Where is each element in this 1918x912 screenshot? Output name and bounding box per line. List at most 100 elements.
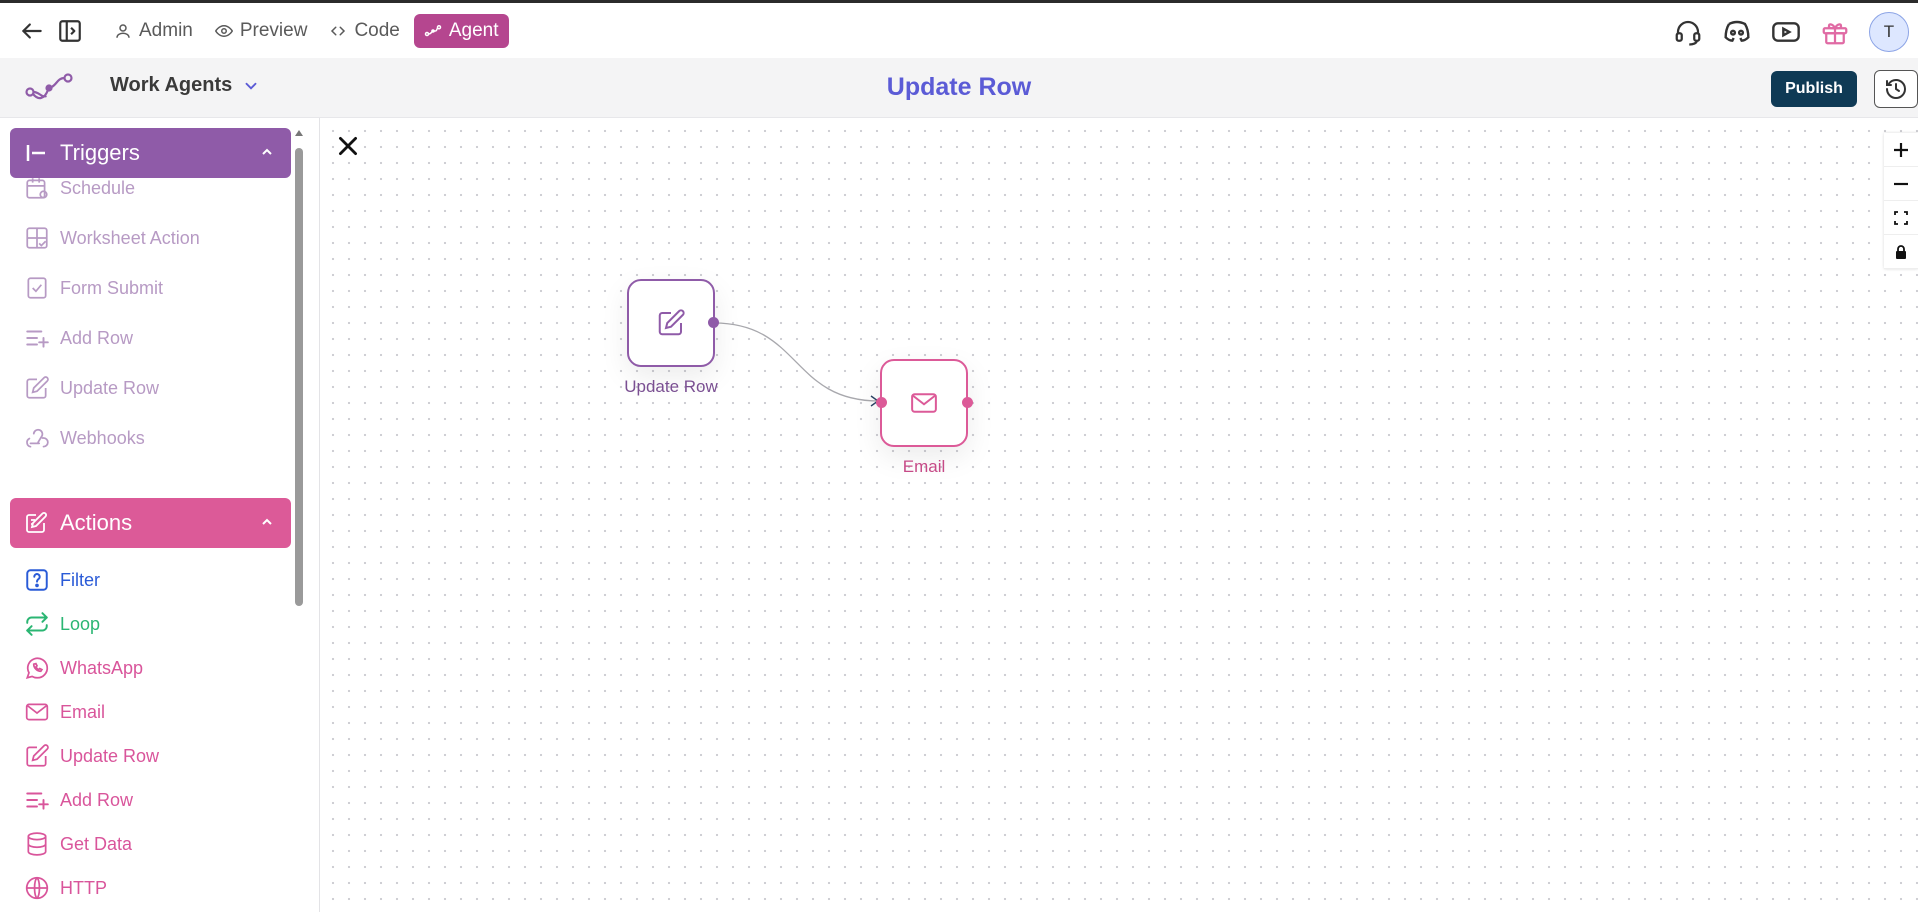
publish-button[interactable]: Publish: [1771, 71, 1857, 107]
zoom-out-button[interactable]: [1884, 167, 1918, 201]
sidebar-item-add-row-action[interactable]: Add Row: [24, 784, 133, 816]
add-row-icon: [26, 330, 49, 348]
calendar-gear-icon: [26, 178, 48, 199]
sidebar-item-update-row[interactable]: Update Row: [24, 372, 159, 404]
sidebar-item-label: Webhooks: [60, 427, 145, 448]
nav-code[interactable]: Code: [321, 14, 407, 48]
sidebar-item-label: HTTP: [60, 877, 107, 898]
page-title: Update Row: [886, 73, 1032, 101]
sidebar-item-email[interactable]: Email: [24, 696, 105, 728]
minus-icon: [1894, 182, 1908, 185]
sidebar-item-add-row[interactable]: Add Row: [24, 322, 133, 354]
edit-icon: [658, 309, 685, 336]
sidebar-item-http[interactable]: HTTP: [24, 872, 107, 904]
sidebar-item-loop[interactable]: Loop: [24, 608, 100, 640]
actions-section-header[interactable]: Actions: [10, 498, 291, 548]
fit-view-button[interactable]: [1884, 201, 1918, 235]
sidebar-item-label: Add Row: [60, 327, 134, 348]
scrollbar-thumb[interactable]: [295, 148, 303, 606]
plus-icon: [1894, 142, 1908, 157]
sidebar-item-update-row-action[interactable]: Update Row: [24, 740, 159, 772]
nav-agent[interactable]: Agent: [413, 14, 509, 48]
nav-preview[interactable]: Preview: [207, 14, 316, 48]
triggers-title: Triggers: [60, 140, 140, 165]
nav-agent-label: Agent: [448, 20, 499, 41]
sidebar-item-worksheet-action[interactable]: Worksheet Action: [24, 222, 200, 254]
history-button[interactable]: [1874, 70, 1918, 108]
lock-icon: [1896, 244, 1906, 259]
code-icon: [331, 26, 346, 36]
sidebar-item-filter[interactable]: Filter: [24, 564, 100, 596]
sidebar-item-label: Form Submit: [60, 277, 164, 298]
node-label: Email: [902, 457, 946, 476]
action-section-icon: [26, 512, 47, 533]
sidebar-toggle-icon: [59, 20, 81, 42]
nav-admin-label: Admin: [139, 20, 193, 41]
sidebar-item-label: Update Row: [60, 745, 160, 766]
edit-icon: [26, 744, 49, 767]
user-icon: [116, 24, 130, 38]
flow-canvas[interactable]: Update Row Email: [321, 119, 1918, 912]
sidebar-item-webhooks[interactable]: Webhooks: [24, 422, 145, 454]
youtube-icon: [1772, 22, 1800, 42]
eye-icon: [214, 24, 233, 38]
support-button[interactable]: [1668, 12, 1708, 52]
loop-icon: [26, 612, 48, 636]
top-bar: Admin Preview Code Agent T: [0, 3, 1918, 58]
flow-edge: [713, 322, 880, 407]
discord-icon: [1724, 20, 1750, 42]
question-icon: [26, 569, 48, 591]
sidebar-item-label: Worksheet Action: [60, 227, 200, 248]
toggle-panel-button[interactable]: [54, 15, 86, 47]
sidebar-item-label: Update Row: [60, 377, 160, 398]
sidebar-item-label: Email: [60, 701, 106, 722]
chevron-up-icon: [262, 518, 272, 525]
headset-icon: [1675, 20, 1701, 46]
edit-icon: [26, 376, 49, 399]
gift-icon: [1822, 23, 1848, 45]
node-input-handle[interactable]: [876, 397, 887, 408]
form-check-icon: [27, 277, 47, 299]
sidebar-item-schedule[interactable]: Schedule: [24, 172, 135, 204]
whatsapp-icon: [25, 657, 49, 679]
nav-code-label: Code: [354, 20, 400, 41]
nav-preview-label: Preview: [239, 20, 308, 41]
top-right-icons: T: [1659, 12, 1918, 52]
nav-admin[interactable]: Admin: [106, 14, 201, 48]
globe-icon: [25, 876, 49, 900]
node-label: Update Row: [624, 377, 718, 396]
worksheet-check-icon: [26, 227, 48, 249]
sidebar-item-form-submit[interactable]: Form Submit: [24, 272, 163, 304]
sidebar-item-label: WhatsApp: [60, 657, 144, 678]
agent-flow-icon: [424, 25, 442, 37]
sidebar-item-get-data[interactable]: Get Data: [24, 828, 132, 860]
sidebar-item-label: Schedule: [60, 177, 136, 198]
flow-node-email[interactable]: [880, 359, 968, 447]
history-icon: [1886, 78, 1906, 99]
node-output-handle[interactable]: [708, 317, 719, 328]
gift-button[interactable]: [1815, 12, 1855, 52]
top-nav: Admin Preview Code Agent: [106, 14, 509, 48]
close-icon: [339, 137, 357, 155]
discord-button[interactable]: [1717, 12, 1757, 52]
youtube-button[interactable]: [1766, 12, 1806, 52]
flow-node-update-row[interactable]: [627, 279, 715, 367]
zoom-in-button[interactable]: [1884, 133, 1918, 167]
zoom-controls: [1884, 133, 1918, 269]
lock-button[interactable]: [1884, 235, 1918, 269]
sidebar-item-label: Add Row: [60, 789, 134, 810]
actions-title: Actions: [60, 510, 133, 535]
sidebar-scrollbar[interactable]: [294, 128, 304, 912]
triggers-section-header[interactable]: Triggers: [10, 128, 291, 178]
fit-view-icon: [1894, 210, 1908, 225]
back-button[interactable]: [16, 15, 48, 47]
sidebar-item-label: Filter: [60, 569, 100, 590]
sidebar-item-whatsapp[interactable]: WhatsApp: [24, 652, 143, 684]
close-canvas-button[interactable]: [333, 131, 363, 161]
mail-icon: [911, 393, 937, 413]
sidebar-item-label: Loop: [60, 613, 101, 634]
avatar[interactable]: T: [1869, 12, 1909, 52]
node-output-handle[interactable]: [962, 397, 973, 408]
database-icon: [27, 832, 47, 856]
scroll-up-arrow-icon[interactable]: [294, 128, 304, 138]
